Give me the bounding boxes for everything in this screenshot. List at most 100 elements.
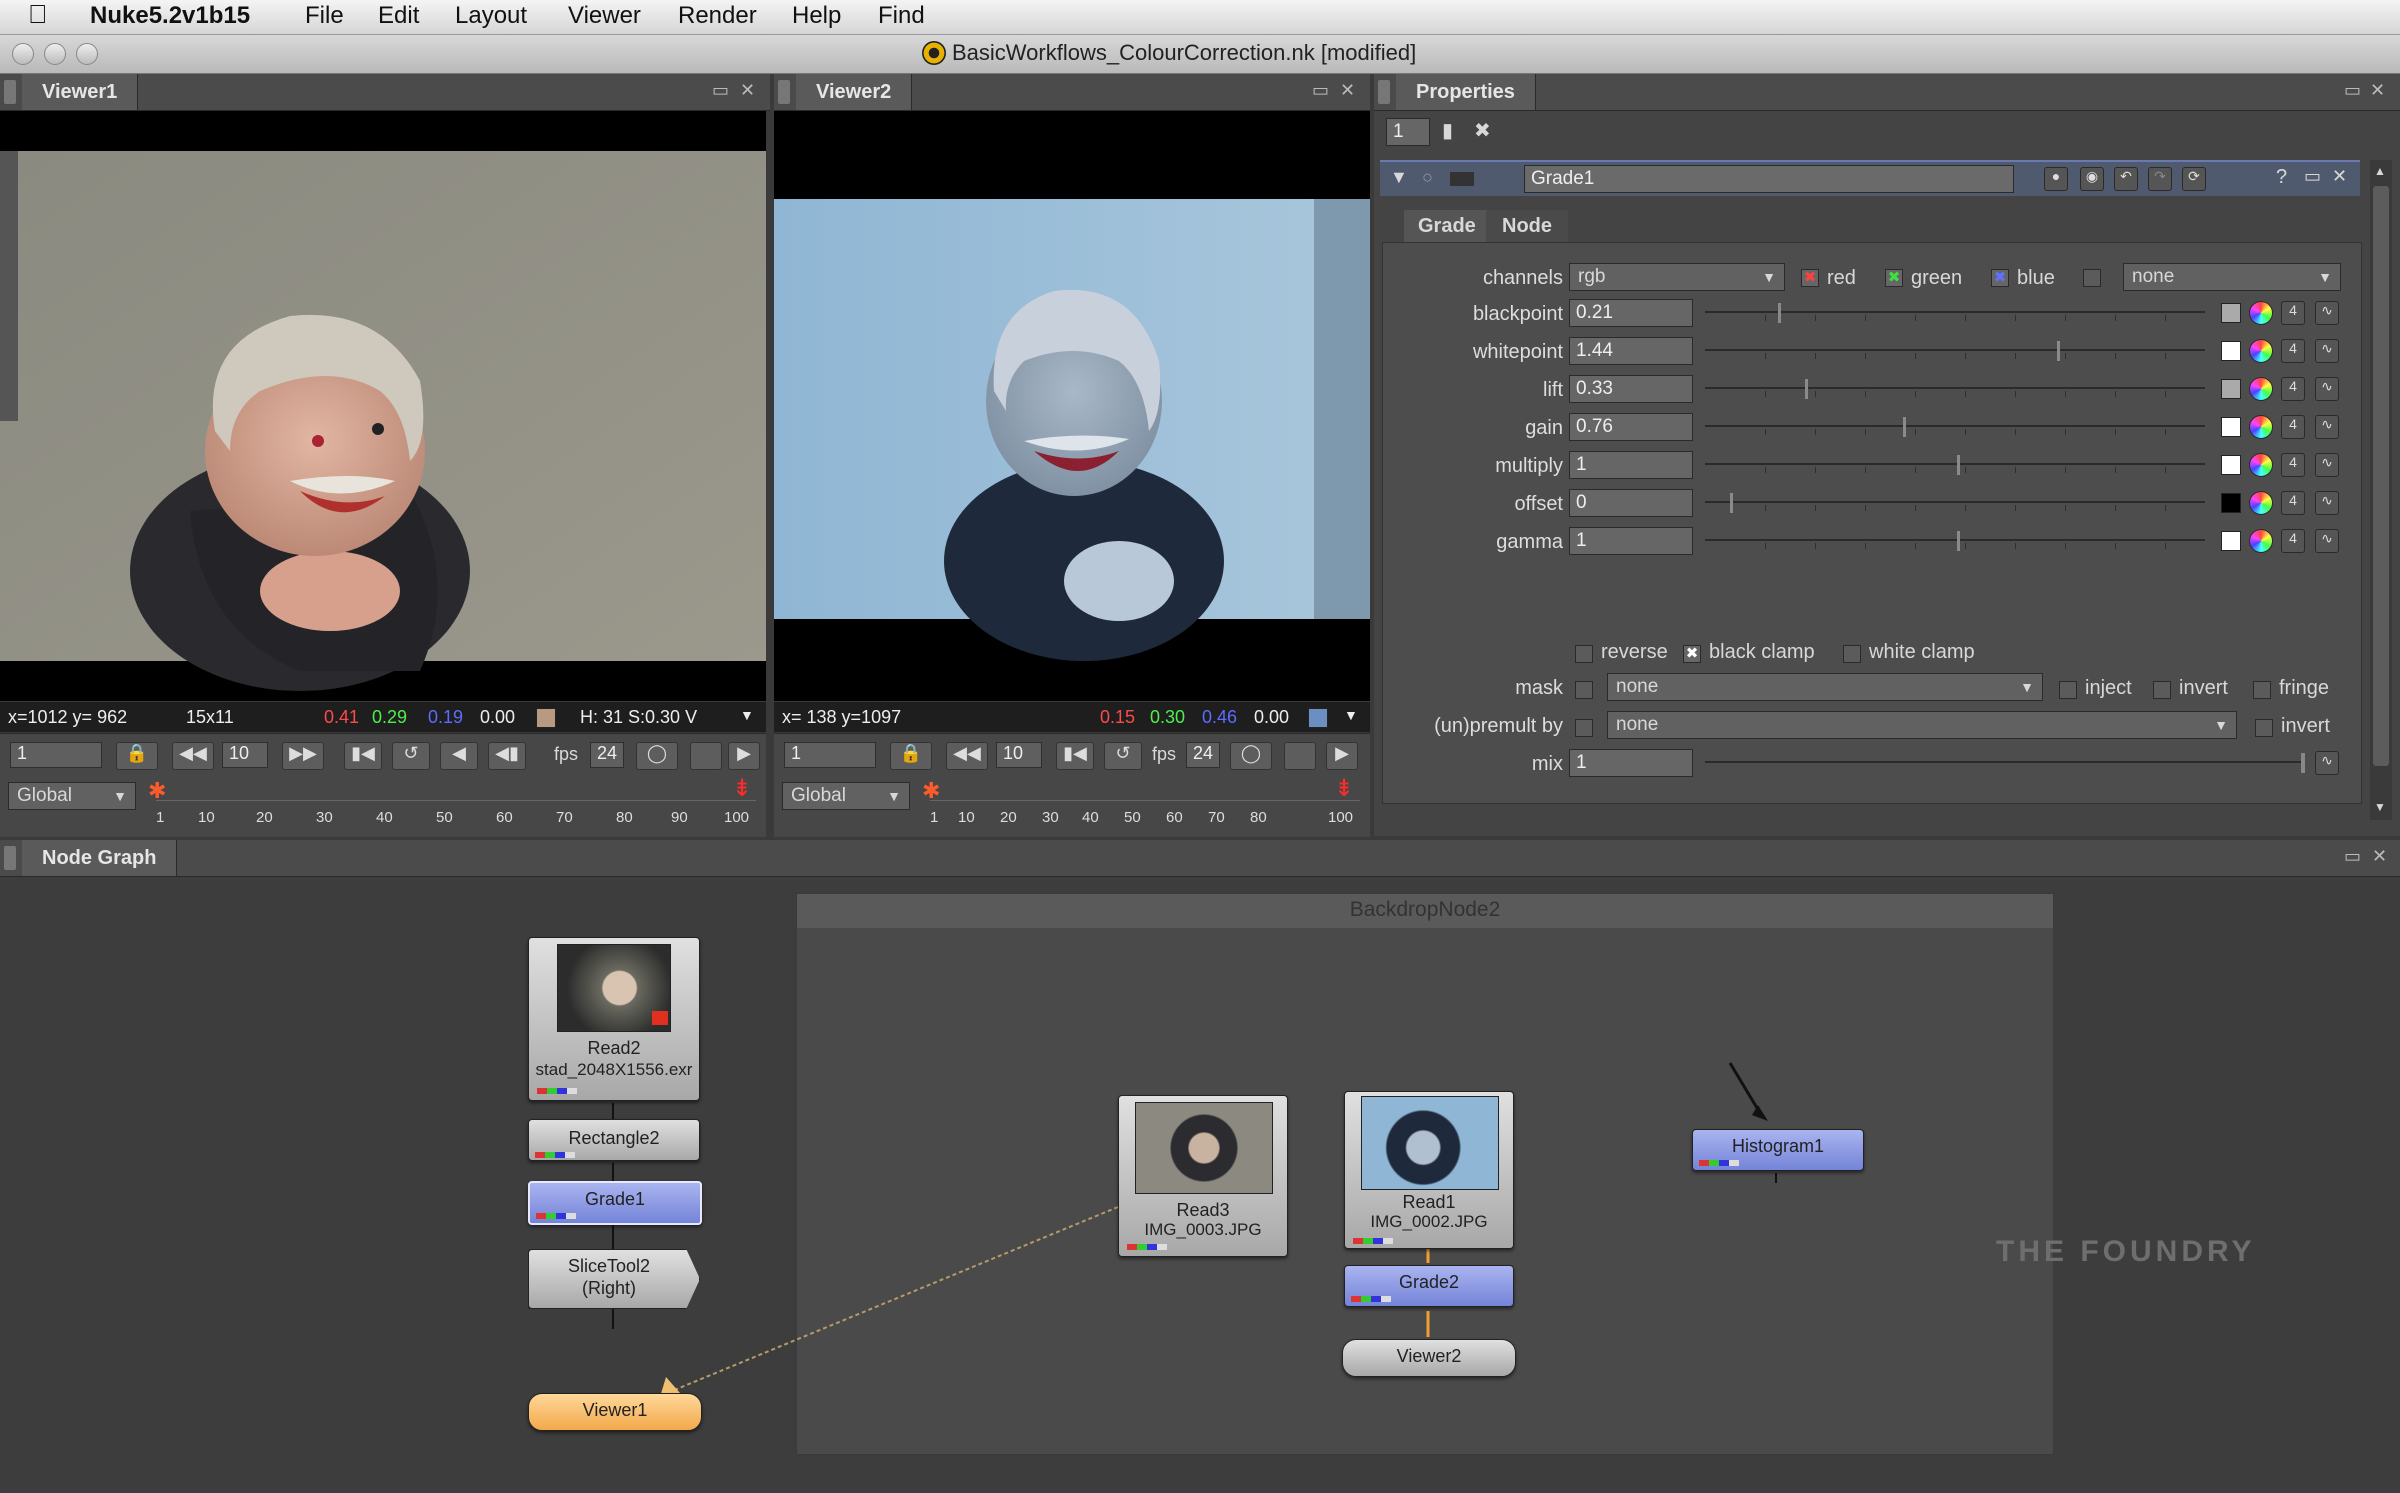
- viewer1-canvas[interactable]: [0, 111, 766, 701]
- node-graph-canvas[interactable]: BackdropNode2 Read2 stad_2048X1556.exr R…: [0, 877, 2400, 1493]
- menu-app-name[interactable]: Nuke5.2v1b15: [90, 2, 250, 30]
- mix-slider[interactable]: [1705, 749, 2305, 777]
- knob-value-field[interactable]: 0.21: [1569, 299, 1693, 327]
- close-panel-icon[interactable]: ✕: [2372, 846, 2387, 867]
- clear-properties-icon[interactable]: ✖: [1474, 118, 1491, 143]
- redo-icon[interactable]: ↷: [2148, 167, 2172, 191]
- slider-handle[interactable]: [1805, 379, 1808, 399]
- scroll-up-icon[interactable]: ▲: [2374, 164, 2386, 178]
- loop-icon[interactable]: ◯: [636, 742, 678, 770]
- fps-field[interactable]: 24: [1186, 742, 1220, 768]
- tab-node[interactable]: Node: [1486, 210, 1568, 242]
- viewer2-canvas[interactable]: [774, 111, 1370, 701]
- menu-find[interactable]: Find: [878, 2, 925, 30]
- panel-grip[interactable]: [4, 80, 16, 104]
- zoom-node-icon[interactable]: ●: [2044, 167, 2068, 191]
- first-frame-icon[interactable]: ▮◀: [344, 742, 382, 770]
- animation-curve-icon[interactable]: ∿: [2315, 377, 2339, 401]
- frame-field[interactable]: 1: [784, 742, 876, 768]
- info-dropdown-icon[interactable]: ▼: [740, 707, 754, 723]
- scope-dropdown[interactable]: Global ▼: [782, 782, 910, 810]
- undo-icon[interactable]: ↶: [2114, 167, 2138, 191]
- node-name-field[interactable]: Grade1: [1524, 165, 2014, 193]
- menu-edit[interactable]: Edit: [378, 2, 419, 30]
- color-wheel-icon[interactable]: [2249, 415, 2273, 439]
- slider-handle[interactable]: [1957, 531, 1961, 551]
- tab-properties[interactable]: Properties: [1396, 74, 1536, 110]
- premult-dropdown[interactable]: none ▼: [1607, 711, 2237, 739]
- knob-slider[interactable]: [1705, 413, 2205, 441]
- prev-frame-icon[interactable]: ◀: [440, 742, 478, 770]
- read1-node[interactable]: Read1 IMG_0002.JPG: [1344, 1091, 1514, 1249]
- mix-field[interactable]: 1: [1569, 749, 1693, 777]
- fast-forward-icon[interactable]: ▶▶: [282, 742, 324, 770]
- float-panel-icon[interactable]: ▭: [712, 80, 729, 101]
- inject-checkbox[interactable]: [2059, 681, 2077, 699]
- out-point-marker-icon[interactable]: ⇟: [732, 774, 752, 803]
- green-channel-checkbox[interactable]: ✖: [1885, 269, 1903, 287]
- mask-checkbox[interactable]: [1575, 681, 1593, 699]
- animation-curve-icon[interactable]: ∿: [2315, 491, 2339, 515]
- color-swatch-icon[interactable]: [2221, 341, 2241, 361]
- out-point-marker-icon[interactable]: ⇟: [1334, 774, 1354, 803]
- channel-count-icon[interactable]: 4: [2281, 415, 2305, 439]
- knob-slider[interactable]: [1705, 337, 2205, 365]
- step-back-icon[interactable]: ↺: [1104, 742, 1142, 770]
- rectangle2-node[interactable]: Rectangle2: [528, 1119, 700, 1161]
- channel-count-icon[interactable]: 4: [2281, 377, 2305, 401]
- rewind-icon[interactable]: ◀◀: [172, 742, 214, 770]
- color-wheel-icon[interactable]: [2249, 339, 2273, 363]
- stop-icon[interactable]: [1284, 742, 1316, 770]
- tab-viewer2[interactable]: Viewer2: [796, 74, 913, 110]
- view-node-icon[interactable]: ○: [1422, 167, 1433, 188]
- animation-curve-icon[interactable]: ∿: [2315, 453, 2339, 477]
- scope-dropdown[interactable]: Global ▼: [8, 782, 136, 810]
- play-backward-icon[interactable]: ◀▮: [488, 742, 526, 770]
- scroll-down-icon[interactable]: ▼: [2374, 800, 2386, 814]
- animation-curve-icon[interactable]: ∿: [2315, 415, 2339, 439]
- knob-value-field[interactable]: 0.76: [1569, 413, 1693, 441]
- float-panel-icon[interactable]: ▭: [2344, 80, 2361, 101]
- close-panel-icon[interactable]: ✕: [740, 80, 755, 101]
- step-field[interactable]: 10: [222, 742, 268, 768]
- knob-slider[interactable]: [1705, 375, 2205, 403]
- minimize-window-button[interactable]: [44, 43, 66, 65]
- channel-count-icon[interactable]: 4: [2281, 491, 2305, 515]
- color-swatch-icon[interactable]: [2221, 455, 2241, 475]
- stop-icon[interactable]: [690, 742, 722, 770]
- menu-file[interactable]: File: [305, 2, 344, 30]
- slicetool2-node[interactable]: SliceTool2 (Right): [528, 1249, 700, 1309]
- color-wheel-icon[interactable]: [2249, 529, 2273, 553]
- panel-grip[interactable]: [1378, 80, 1390, 104]
- scroll-thumb[interactable]: [2373, 186, 2389, 766]
- color-swatch-icon[interactable]: [2221, 493, 2241, 513]
- slider-handle[interactable]: [2301, 753, 2305, 773]
- read3-node[interactable]: Read3 IMG_0003.JPG: [1118, 1095, 1288, 1257]
- knob-value-field[interactable]: 0.33: [1569, 375, 1693, 403]
- timeline-ruler[interactable]: 1 10 20 30 40 50 60 70 80 90 100: [156, 800, 756, 826]
- knob-value-field[interactable]: 1: [1569, 451, 1693, 479]
- knob-value-field[interactable]: 1.44: [1569, 337, 1693, 365]
- channel-count-icon[interactable]: 4: [2281, 301, 2305, 325]
- slider-handle[interactable]: [1777, 303, 1781, 323]
- mix-animation-icon[interactable]: ∿: [2315, 751, 2339, 775]
- grade1-node[interactable]: Grade1: [528, 1181, 702, 1225]
- float-node-icon[interactable]: ▭: [2304, 166, 2321, 187]
- loop-icon[interactable]: ◯: [1230, 742, 1272, 770]
- panel-grip[interactable]: [4, 846, 16, 870]
- menu-layout[interactable]: Layout: [455, 2, 527, 30]
- slider-handle[interactable]: [1730, 493, 1733, 513]
- color-swatch-icon[interactable]: [2221, 417, 2241, 437]
- knob-slider[interactable]: [1705, 451, 2205, 479]
- tab-grade[interactable]: Grade: [1404, 210, 1490, 242]
- mask-invert-checkbox[interactable]: [2153, 681, 2171, 699]
- knob-value-field[interactable]: 0: [1569, 489, 1693, 517]
- mask-dropdown[interactable]: none ▼: [1607, 673, 2043, 701]
- extra-channel-checkbox[interactable]: [2083, 269, 2101, 287]
- color-wheel-icon[interactable]: [2249, 491, 2273, 515]
- node-color-icon[interactable]: [1450, 172, 1474, 186]
- menu-help[interactable]: Help: [792, 2, 841, 30]
- viewer2-node[interactable]: Viewer2: [1342, 1339, 1516, 1377]
- menu-render[interactable]: Render: [678, 2, 757, 30]
- revert-icon[interactable]: ⟳: [2182, 167, 2206, 191]
